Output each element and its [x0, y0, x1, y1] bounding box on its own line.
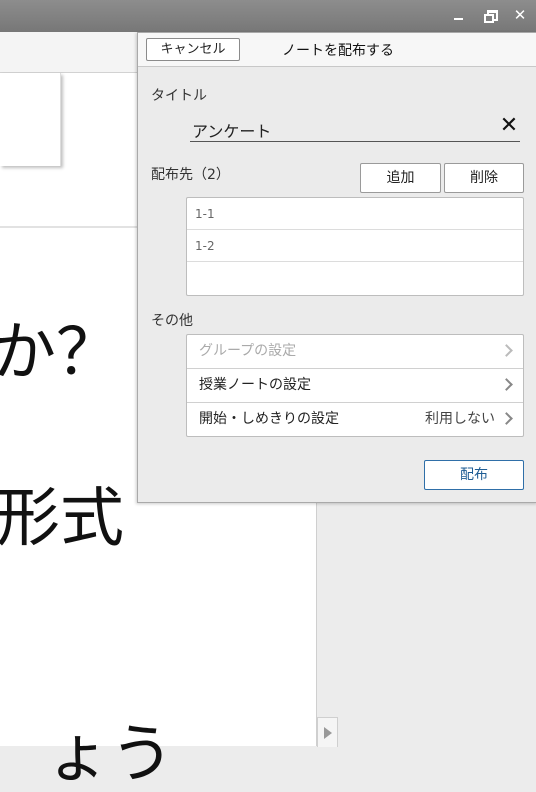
- dialog-title: ノートを配布する: [282, 43, 394, 59]
- document-card: [0, 73, 61, 166]
- document-text-line: ょう: [46, 718, 174, 792]
- dialog-header: キャンセル ノートを配布する: [138, 33, 536, 67]
- group-settings-item[interactable]: グループの設定: [187, 335, 523, 369]
- delete-recipient-button[interactable]: 削除: [444, 163, 524, 193]
- restore-icon[interactable]: [481, 6, 499, 24]
- recipient-list: 1-1 1-2: [186, 197, 524, 296]
- window-titlebar: ✕: [0, 0, 536, 32]
- chevron-right-icon: [500, 344, 513, 357]
- other-section-label: その他: [151, 313, 193, 329]
- side-panel-toggle-icon[interactable]: [317, 717, 338, 747]
- lesson-note-settings-item[interactable]: 授業ノートの設定: [187, 369, 523, 403]
- start-deadline-value: 利用しない: [425, 411, 495, 427]
- document-text-line: 形式: [0, 482, 124, 556]
- recipient-item[interactable]: 1-2: [187, 230, 523, 262]
- document-toolbar: [0, 32, 140, 73]
- minimize-icon[interactable]: [450, 6, 468, 24]
- chevron-right-icon: [500, 412, 513, 425]
- distribute-note-dialog: キャンセル ノートを配布する タイトル アンケート ✕ 配布先（2） 追加 削除…: [137, 32, 536, 503]
- document-text-line: か？: [0, 316, 120, 390]
- distribute-button[interactable]: 配布: [424, 460, 524, 490]
- close-window-icon[interactable]: ✕: [511, 6, 529, 24]
- cancel-button[interactable]: キャンセル: [146, 38, 240, 61]
- group-settings-label: グループの設定: [199, 343, 297, 359]
- clear-title-icon[interactable]: ✕: [498, 114, 520, 138]
- recipient-item[interactable]: 1-1: [187, 198, 523, 230]
- title-input[interactable]: アンケート ✕: [190, 114, 520, 142]
- chevron-right-icon: [500, 378, 513, 391]
- start-deadline-settings-item[interactable]: 開始・しめきりの設定 利用しない: [187, 403, 523, 436]
- lesson-note-settings-label: 授業ノートの設定: [199, 377, 311, 393]
- add-recipient-button[interactable]: 追加: [360, 163, 441, 193]
- start-deadline-settings-label: 開始・しめきりの設定: [199, 411, 339, 427]
- other-settings-list: グループの設定 授業ノートの設定 開始・しめきりの設定 利用しない: [186, 334, 524, 437]
- distribution-section-label: 配布先（2）: [151, 167, 230, 183]
- title-section-label: タイトル: [151, 88, 207, 104]
- recipient-empty-row: [187, 262, 523, 294]
- title-input-value: アンケート: [192, 122, 272, 141]
